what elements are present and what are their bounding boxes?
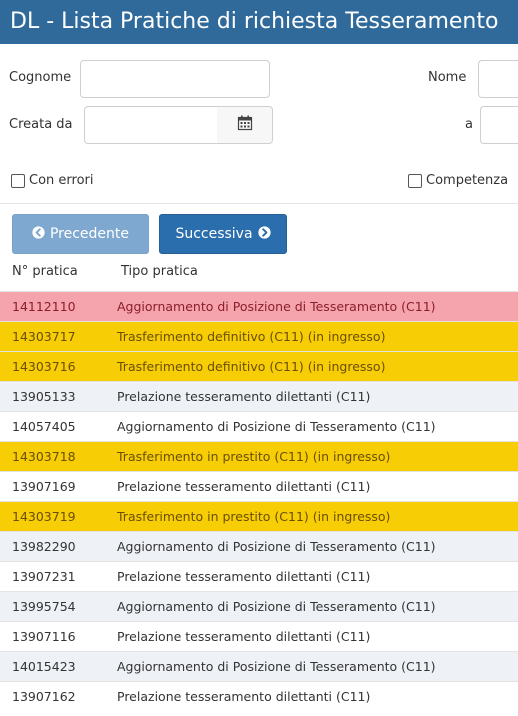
cognome-input[interactable]	[80, 60, 270, 98]
creata-da-input[interactable]	[84, 106, 218, 144]
table-row[interactable]: 14303718 Trasferimento in prestito (C11) …	[0, 441, 518, 471]
pratica-type: Aggiornamento di Posizione di Tesseramen…	[117, 659, 436, 674]
table-row[interactable]: 14303717 Trasferimento definitivo (C11) (…	[0, 321, 518, 351]
pratica-number: 14303716	[12, 359, 76, 374]
table-row[interactable]: 13907169 Prelazione tesseramento dilettan…	[0, 471, 518, 501]
pratica-type: Aggiornamento di Posizione di Tesseramen…	[117, 299, 436, 314]
pratica-type: Prelazione tesseramento dilettanti (C11)	[117, 569, 371, 584]
pratica-number: 14303719	[12, 509, 76, 524]
pratica-type: Prelazione tesseramento dilettanti (C11)	[117, 389, 371, 404]
competenza-checkbox-row[interactable]: Competenza	[408, 173, 508, 188]
pratiche-table: 14112110 Aggiornamento di Posizione di Te…	[0, 291, 518, 711]
column-header-numero-pratica: N° pratica	[12, 264, 78, 279]
pratica-number: 14112110	[12, 299, 76, 314]
table-row[interactable]: 14015423 Aggiornamento di Posizione di Te…	[0, 651, 518, 681]
pratica-type: Trasferimento in prestito (C11) (in ingr…	[117, 509, 391, 524]
pratica-type: Prelazione tesseramento dilettanti (C11)	[117, 479, 371, 494]
pratica-number: 13907162	[12, 689, 76, 704]
pratica-number: 13907169	[12, 479, 76, 494]
arrow-right-circle-icon	[257, 225, 271, 243]
arrow-left-circle-icon	[32, 225, 45, 243]
table-row[interactable]: 14112110 Aggiornamento di Posizione di Te…	[0, 291, 518, 321]
pratica-number: 13982290	[12, 539, 76, 554]
pratica-number: 14303718	[12, 449, 76, 464]
table-row[interactable]: 13907231 Prelazione tesseramento dilettan…	[0, 561, 518, 591]
calendar-icon	[237, 115, 253, 135]
pratica-type: Aggiornamento di Posizione di Tesseramen…	[117, 539, 436, 554]
pratica-type: Aggiornamento di Posizione di Tesseramen…	[117, 419, 436, 434]
con-errori-checkbox-row[interactable]: Con errori	[11, 173, 94, 188]
nome-input[interactable]	[478, 60, 518, 98]
pratica-number: 13905133	[12, 389, 76, 404]
pratica-type: Prelazione tesseramento dilettanti (C11)	[117, 689, 371, 704]
next-button-label: Successiva	[175, 226, 253, 242]
pratica-number: 14303717	[12, 329, 76, 344]
table-row[interactable]: 14057405 Aggiornamento di Posizione di Te…	[0, 411, 518, 441]
calendar-button[interactable]	[217, 106, 273, 144]
competenza-label: Competenza	[426, 173, 509, 188]
pratica-type: Aggiornamento di Posizione di Tesseramen…	[117, 599, 436, 614]
previous-button-label: Precedente	[49, 226, 130, 242]
pratica-type: Trasferimento definitivo (C11) (in ingre…	[117, 359, 386, 374]
cognome-label: Cognome	[9, 70, 72, 85]
a-input[interactable]	[480, 106, 518, 144]
column-header-tipo-pratica: Tipo pratica	[121, 264, 198, 279]
con-errori-label: Con errori	[29, 173, 94, 188]
table-row[interactable]: 14303716 Trasferimento definitivo (C11) (…	[0, 351, 518, 381]
previous-button[interactable]: Precedente	[12, 214, 149, 254]
nome-label: Nome	[428, 70, 467, 85]
con-errori-checkbox[interactable]	[11, 173, 25, 188]
pratica-type: Trasferimento in prestito (C11) (in ingr…	[117, 449, 391, 464]
table-row[interactable]: 13905133 Prelazione tesseramento dilettan…	[0, 381, 518, 411]
pratica-number: 14057405	[12, 419, 76, 434]
competenza-checkbox[interactable]	[408, 173, 422, 188]
divider	[0, 203, 518, 204]
pratica-number: 13907116	[12, 629, 76, 644]
creata-da-label: Creata da	[9, 117, 73, 132]
table-row[interactable]: 13982290 Aggiornamento di Posizione di Te…	[0, 531, 518, 561]
pratica-number: 13995754	[12, 599, 76, 614]
pratica-type: Prelazione tesseramento dilettanti (C11)	[117, 629, 371, 644]
next-button[interactable]: Successiva	[159, 214, 287, 254]
pratica-number: 13907231	[12, 569, 76, 584]
table-row[interactable]: 14303719 Trasferimento in prestito (C11) …	[0, 501, 518, 531]
a-label: a	[465, 117, 473, 132]
page-title: DL - Lista Pratiche di richiesta Tessera…	[0, 0, 518, 44]
table-row[interactable]: 13907162 Prelazione tesseramento dilettan…	[0, 681, 518, 711]
table-row[interactable]: 13995754 Aggiornamento di Posizione di Te…	[0, 591, 518, 621]
pratica-type: Trasferimento definitivo (C11) (in ingre…	[117, 329, 386, 344]
table-row[interactable]: 13907116 Prelazione tesseramento dilettan…	[0, 621, 518, 651]
pratica-number: 14015423	[12, 659, 76, 674]
